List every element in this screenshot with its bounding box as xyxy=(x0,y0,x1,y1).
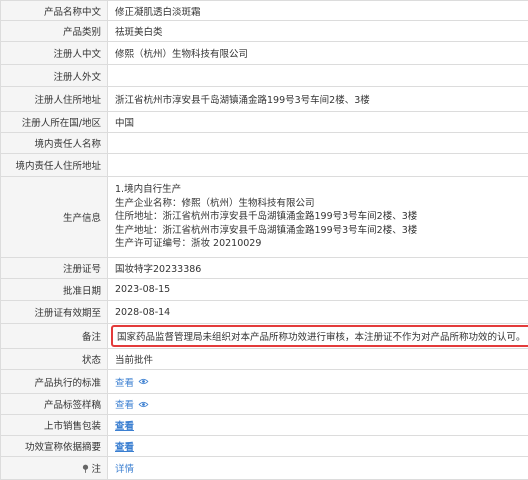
label-domestic-person-address: 境内责任人住所地址 xyxy=(0,154,108,176)
label-approval-date: 批准日期 xyxy=(0,279,108,300)
label-production: 生产信息 xyxy=(0,177,108,257)
row-cert-no: 注册证号 国妆特字20233386 xyxy=(0,258,528,279)
row-registrant-cn: 注册人中文 修熙（杭州）生物科技有限公司 xyxy=(0,42,528,65)
label-cert-no: 注册证号 xyxy=(0,258,108,278)
view-link[interactable]: 查看 xyxy=(115,418,134,432)
value-valid-until: 2028-08-14 xyxy=(115,306,171,318)
row-registrant-address: 注册人住所地址 浙江省杭州市淳安县千岛湖镇涌金路199号3号车间2楼、3楼 xyxy=(0,87,528,112)
value-status: 当前批件 xyxy=(115,355,154,366)
production-line: 生产企业名称：修熙（杭州）生物科技有限公司 xyxy=(115,197,315,209)
value-sales-package: 查看 xyxy=(108,415,528,435)
label-status: 状态 xyxy=(0,349,108,369)
label-note: 注 xyxy=(0,457,108,479)
row-approval-date: 批准日期 2023-08-15 xyxy=(0,279,528,301)
eye-icon[interactable] xyxy=(138,401,149,408)
value-label-sample: 查看 xyxy=(108,394,528,414)
row-remarks: 备注 国家药品监督管理局未组织对本产品所称功效进行审核，本注册证不作为对产品所称… xyxy=(0,324,528,349)
value-registrant-cn: 修熙（杭州）生物科技有限公司 xyxy=(115,49,249,60)
label-registrant-cn: 注册人中文 xyxy=(0,42,108,64)
label-category: 产品类别 xyxy=(0,21,108,41)
label-domestic-person-name: 境内责任人名称 xyxy=(0,133,108,153)
production-line: 1.境内自行生产 xyxy=(115,184,182,196)
value-domestic-person-address xyxy=(108,154,528,176)
details-link[interactable]: 详情 xyxy=(115,461,134,475)
row-registrant-region: 注册人所在国/地区 中国 xyxy=(0,112,528,133)
value-registrant-en xyxy=(108,65,528,86)
label-exec-standard: 产品执行的标准 xyxy=(0,370,108,393)
label-product-name: 产品名称中文 xyxy=(0,1,108,20)
value-cert-no: 国妆特字20233386 xyxy=(115,264,202,275)
label-registrant-address: 注册人住所地址 xyxy=(0,87,108,111)
value-remarks: 国家药品监督管理局未组织对本产品所称功效进行审核，本注册证不作为对产品所称功效的… xyxy=(108,324,528,348)
row-product-name: 产品名称中文 修正凝肌透白淡斑霜 xyxy=(0,1,528,21)
label-label-sample: 产品标签样稿 xyxy=(0,394,108,414)
row-valid-until: 注册证有效期至 2028-08-14 xyxy=(0,301,528,324)
production-line: 生产许可证编号：浙妆 20210029 xyxy=(115,238,262,250)
note-label-text: 注 xyxy=(91,464,101,475)
value-note: 详情 xyxy=(108,457,528,479)
label-remarks: 备注 xyxy=(0,324,108,348)
row-exec-standard: 产品执行的标准 查看 xyxy=(0,370,528,394)
row-sales-package: 上市销售包装 查看 xyxy=(0,415,528,436)
production-line: 住所地址：浙江省杭州市淳安县千岛湖镇涌金路199号3号车间2楼、3楼 xyxy=(115,211,418,223)
row-domestic-person-name: 境内责任人名称 xyxy=(0,133,528,154)
row-note: 注 详情 xyxy=(0,457,528,480)
view-link[interactable]: 查看 xyxy=(115,397,134,411)
product-detail-table: 产品名称中文 修正凝肌透白淡斑霜 产品类别 祛斑美白类 注册人中文 修熙（杭州）… xyxy=(0,0,528,480)
production-line: 生产地址：浙江省杭州市淳安县千岛湖镇涌金路199号3号车间2楼、3楼 xyxy=(115,224,418,236)
row-efficacy-summary: 功效宣称依据摘要 查看 xyxy=(0,436,528,457)
value-registrant-address: 浙江省杭州市淳安县千岛湖镇涌金路199号3号车间2楼、3楼 xyxy=(115,95,370,106)
view-link[interactable]: 查看 xyxy=(115,375,134,389)
remarks-highlight: 国家药品监督管理局未组织对本产品所称功效进行审核，本注册证不作为对产品所称功效的… xyxy=(111,325,528,347)
label-registrant-region: 注册人所在国/地区 xyxy=(0,112,108,132)
row-label-sample: 产品标签样稿 查看 xyxy=(0,394,528,415)
label-sales-package: 上市销售包装 xyxy=(0,415,108,435)
row-category: 产品类别 祛斑美白类 xyxy=(0,21,528,42)
row-status: 状态 当前批件 xyxy=(0,349,528,370)
value-efficacy-summary: 查看 xyxy=(108,436,528,456)
value-domestic-person-name xyxy=(108,133,528,153)
value-registrant-region: 中国 xyxy=(115,118,135,129)
eye-icon[interactable] xyxy=(138,378,149,385)
value-exec-standard: 查看 xyxy=(108,370,528,393)
label-valid-until: 注册证有效期至 xyxy=(0,301,108,323)
value-production: 1.境内自行生产 生产企业名称：修熙（杭州）生物科技有限公司 住所地址：浙江省杭… xyxy=(108,177,528,257)
label-registrant-en: 注册人外文 xyxy=(0,65,108,86)
value-product-name: 修正凝肌透白淡斑霜 xyxy=(115,6,201,18)
label-efficacy-summary: 功效宣称依据摘要 xyxy=(0,436,108,456)
row-domestic-person-address: 境内责任人住所地址 xyxy=(0,154,528,177)
row-registrant-en: 注册人外文 xyxy=(0,65,528,87)
view-link[interactable]: 查看 xyxy=(115,439,134,453)
pin-icon xyxy=(83,464,89,473)
value-category: 祛斑美白类 xyxy=(115,27,163,38)
row-production: 生产信息 1.境内自行生产 生产企业名称：修熙（杭州）生物科技有限公司 住所地址… xyxy=(0,177,528,258)
value-approval-date: 2023-08-15 xyxy=(115,284,171,295)
